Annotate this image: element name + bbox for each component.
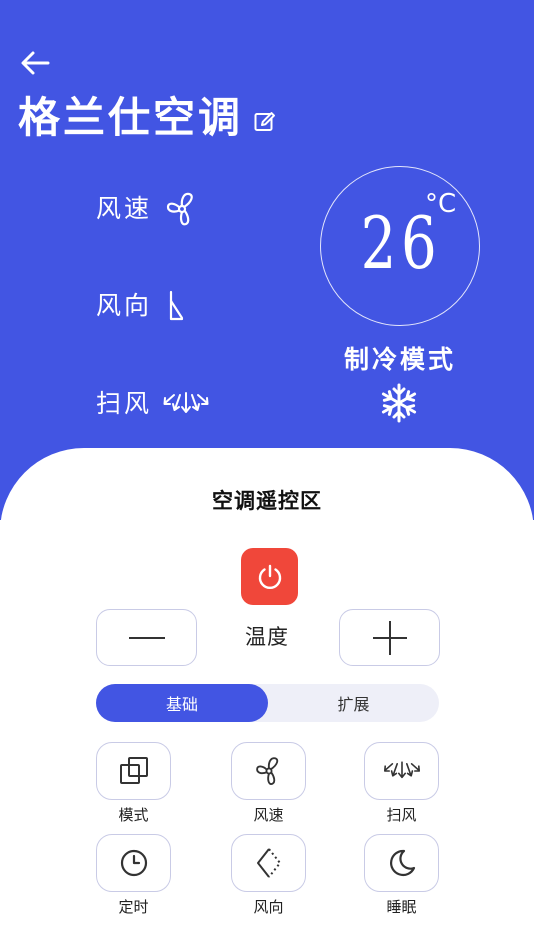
direction-label-text: 风向 xyxy=(253,898,284,916)
swing-icon xyxy=(162,389,210,419)
temperature-increase-button[interactable] xyxy=(339,609,440,666)
sleep-button[interactable] xyxy=(364,834,439,892)
back-arrow-icon[interactable] xyxy=(18,48,52,78)
plus-icon xyxy=(372,620,407,655)
swing-label-text: 扫风 xyxy=(386,806,417,824)
tab-switcher: 基础 扩展 xyxy=(96,684,439,722)
power-icon xyxy=(258,564,281,589)
sleep-label-text: 睡眠 xyxy=(386,898,417,916)
swing-label: 扫风 xyxy=(96,389,153,418)
direction-icon xyxy=(256,848,281,878)
fan-speed-button[interactable] xyxy=(231,742,306,800)
title-row: 格兰仕空调 xyxy=(18,90,277,146)
swing-button[interactable] xyxy=(364,742,439,800)
fan-icon xyxy=(162,189,202,229)
power-button[interactable] xyxy=(241,548,298,605)
fan-direction-label: 风向 xyxy=(96,291,153,320)
mode-button[interactable] xyxy=(96,742,171,800)
swing-status: 扫风 xyxy=(96,389,210,419)
mode-label-text: 模式 xyxy=(118,806,149,824)
minus-icon xyxy=(128,636,165,639)
moon-icon xyxy=(389,849,415,877)
panel-title: 空调遥控区 xyxy=(212,489,322,513)
fan-speed-label: 风速 xyxy=(96,194,153,223)
temperature-display: 26 °C xyxy=(320,166,480,326)
tab-extended[interactable]: 扩展 xyxy=(268,684,439,722)
tab-basic[interactable]: 基础 xyxy=(96,684,268,722)
direction-icon xyxy=(162,289,188,323)
mode-label: 制冷模式 xyxy=(343,345,456,374)
fan-speed-status: 风速 xyxy=(96,189,202,229)
temperature-unit: °C xyxy=(425,189,457,219)
edit-icon[interactable] xyxy=(253,110,277,134)
fan-direction-status: 风向 xyxy=(96,289,188,323)
mode-icon xyxy=(119,757,148,784)
fan-speed-label-text: 风速 xyxy=(253,806,284,824)
page-title: 格兰仕空调 xyxy=(18,93,244,142)
swing-icon xyxy=(383,761,420,779)
timer-label-text: 定时 xyxy=(118,898,149,916)
temperature-decrease-button[interactable] xyxy=(96,609,197,666)
clock-icon xyxy=(120,849,147,877)
remote-control-panel: 空调遥控区 温度 基础 扩展 模式 风速 扫风 定时 风向 睡眠 xyxy=(0,448,534,950)
temperature-label: 温度 xyxy=(245,625,289,649)
fan-icon xyxy=(255,757,278,785)
snowflake-icon xyxy=(381,383,417,423)
header-area: 格兰仕空调 风速 风向 扫风 26 °C 制冷模式 xyxy=(0,0,534,520)
direction-button[interactable] xyxy=(231,834,306,892)
timer-button[interactable] xyxy=(96,834,171,892)
